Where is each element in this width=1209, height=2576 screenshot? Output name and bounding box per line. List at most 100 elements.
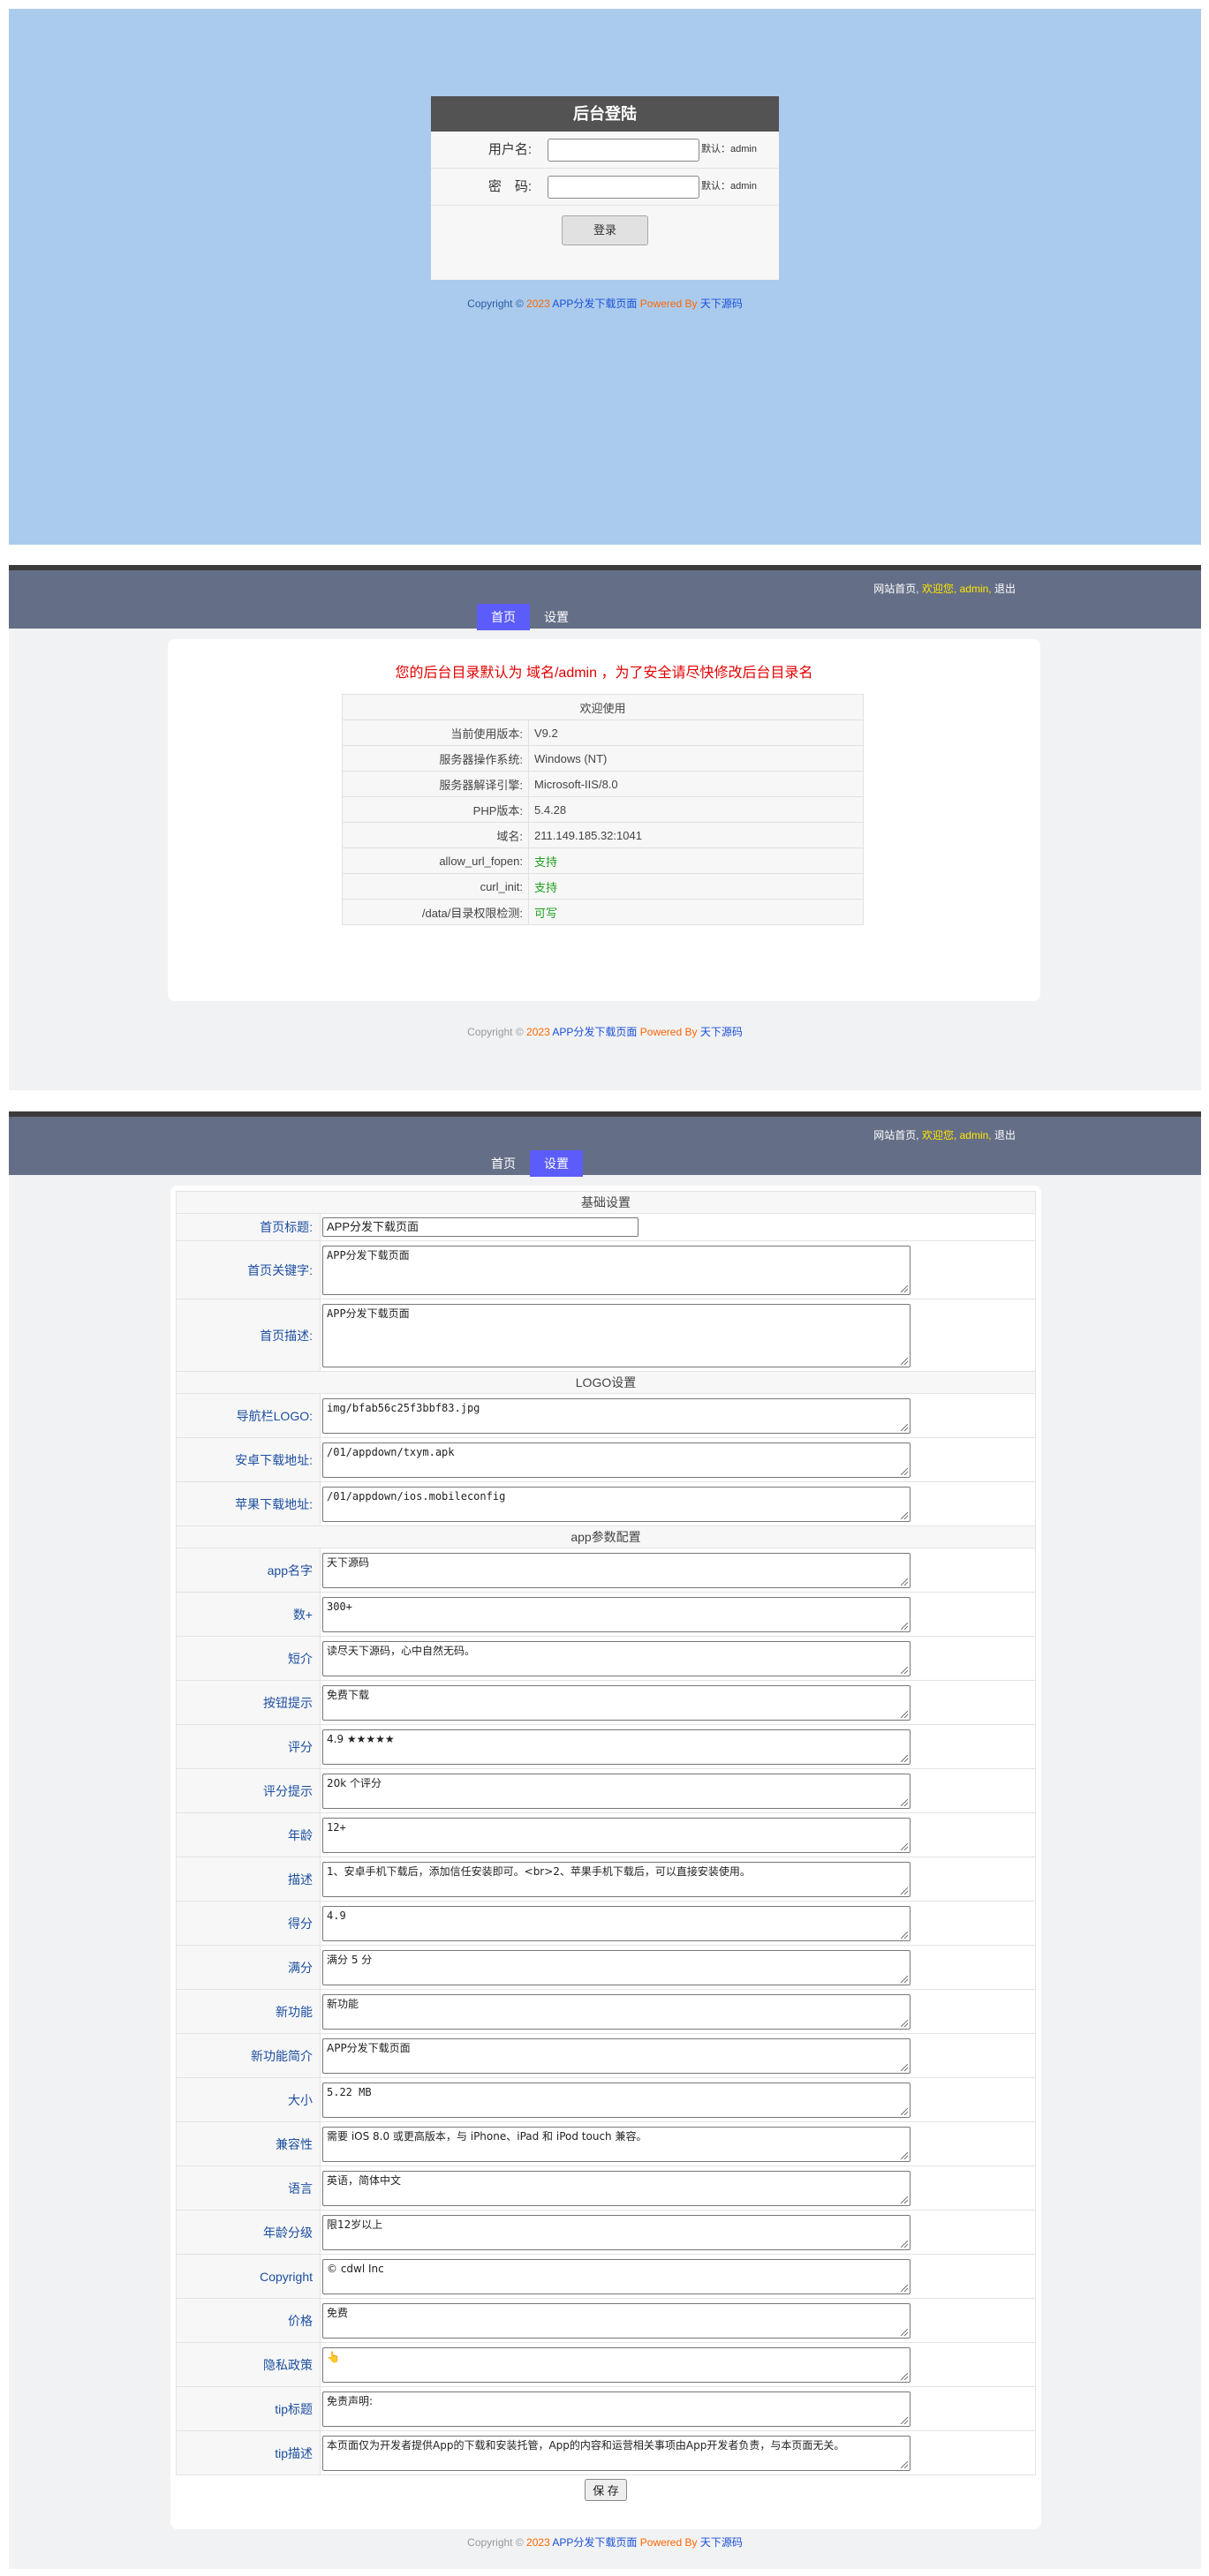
app-field-textarea[interactable]: 免责声明: [322,2391,911,2427]
app-field-row: 评分提示 20k 个评分 [176,1768,1036,1813]
site-home-link[interactable]: 网站首页, [873,1129,918,1141]
password-label: 密 码: [487,179,532,194]
row-value: 211.149.185.32:1041 [528,822,864,848]
android-url-label: 安卓下载地址: [176,1437,321,1482]
security-warning: 您的后台目录默认为 域名/admin ，为了安全请尽快修改后台目录名 [395,666,813,681]
app-field-textarea[interactable]: 需要 iOS 8.0 或更高版本，与 iPhone、iPad 和 iPod to… [322,2126,911,2162]
app-field-label: 隐私政策 [176,2342,321,2387]
app-field-textarea[interactable]: 天下源码 [322,1552,911,1588]
app-field-row: 兼容性 需要 iOS 8.0 或更高版本，与 iPhone、iPad 和 iPod… [176,2121,1036,2166]
footer-brand[interactable]: 天下源码 [700,1026,743,1038]
login-box: 后台登陆 用户名: 默认：admin 密 码: 默认：admin 登录 [431,96,779,280]
description-label: 首页描述: [176,1299,321,1372]
table-row: curl_init: 支持 [342,873,864,900]
app-field-textarea[interactable]: 免费下载 [322,1684,911,1721]
top-bar: 网站首页, 欢迎您, admin, 退出 首页 设置 [9,1111,1201,1177]
app-field-row: 得分 4.9 [176,1901,1036,1946]
app-field-textarea[interactable]: 本页面仅为开发者提供App的下载和安装托管，App的内容和运营相关事项由App开… [322,2435,911,2471]
app-field-row: tip描述 本页面仅为开发者提供App的下载和安装托管，App的内容和运营相关事项… [176,2430,1036,2475]
row-value: V9.2 [528,719,864,746]
app-field-label: 短介 [176,1636,321,1681]
row-key: curl_init: [342,873,529,900]
app-field-textarea[interactable]: 300+ [322,1596,911,1632]
settings-footer: Copyright © 2023 APP分发下载页面 Powered By 天下… [9,2535,1201,2550]
home-title-label: 首页标题: [176,1213,321,1241]
app-field-label: Copyright [176,2254,321,2299]
top-bar: 网站首页, 欢迎您, admin, 退出 首页 设置 [9,565,1201,630]
description-textarea[interactable]: APP分发下载页面 [322,1303,911,1367]
app-field-label: 评分 [176,1724,321,1769]
dashboard-page: 网站首页, 欢迎您, admin, 退出 首页 设置 您的后台目录默认为 域名/… [9,565,1201,1090]
row-key: 域名: [342,822,529,848]
dashboard-card: 您的后台目录默认为 域名/admin ，为了安全请尽快修改后台目录名 欢迎使用 … [168,639,1040,1001]
app-field-row: 价格 免费 [176,2298,1036,2343]
section-logo: LOGO设置 [176,1371,1036,1394]
android-url-textarea[interactable]: /01/appdown/txym.apk [322,1442,911,1478]
logo-textarea[interactable]: img/bfab56c25f3bbf83.jpg [322,1397,911,1434]
table-row: PHP版本: 5.4.28 [342,796,864,823]
app-field-textarea[interactable]: 读尽天下源码，心中自然无码。 [322,1640,911,1676]
save-button[interactable]: 保 存 [585,2479,627,2501]
home-title-input[interactable]: APP分发下载页面 [322,1217,639,1237]
app-field-textarea[interactable]: 限12岁以上 [322,2214,911,2250]
tab-home[interactable]: 首页 [477,1150,530,1177]
footer-site[interactable]: APP分发下载页面 [552,298,637,310]
app-field-textarea[interactable]: © cdwl Inc [322,2258,911,2294]
logo-label: 导航栏LOGO: [176,1393,321,1438]
app-field-row: 年龄分级 限12岁以上 [176,2210,1036,2255]
username-row: 用户名: 默认：admin [431,132,779,169]
tab-home[interactable]: 首页 [477,604,530,630]
app-field-textarea[interactable]: 4.9 [322,1905,911,1941]
row-key: PHP版本: [342,796,529,823]
app-field-textarea[interactable]: 12+ [322,1817,911,1853]
footer-site[interactable]: APP分发下载页面 [552,2536,637,2549]
app-field-textarea[interactable]: 免费 [322,2302,911,2339]
app-field-label: 兼容性 [176,2121,321,2166]
app-field-textarea[interactable]: 英语，简体中文 [322,2170,911,2206]
app-field-textarea[interactable]: APP分发下载页面 [322,2037,911,2074]
app-field-textarea[interactable]: 4.9 ★★★★★ [322,1729,911,1765]
top-links: 网站首页, 欢迎您, admin, 退出 [873,1127,1016,1142]
app-field-row: tip标题 免责声明: [176,2386,1036,2431]
app-field-textarea[interactable]: 1、安卓手机下载后，添加信任安装即可。<br>2、苹果手机下载后，可以直接安装使… [322,1861,911,1897]
login-button[interactable]: 登录 [562,215,648,245]
app-field-textarea[interactable]: 👆 [322,2346,911,2383]
app-field-textarea[interactable]: 满分 5 分 [322,1949,911,1985]
ios-url-textarea[interactable]: /01/appdown/ios.mobileconfig [322,1486,911,1522]
footer-year: 2023 [526,298,550,310]
login-title: 后台登陆 [431,96,779,132]
welcome-text: 欢迎您, [921,1129,957,1141]
username-label: 用户名: [487,142,532,157]
app-field-row: 评分 4.9 ★★★★★ [176,1724,1036,1769]
login-page: 后台登陆 用户名: 默认：admin 密 码: 默认：admin 登录 Copy… [9,9,1201,545]
row-value: Windows (NT) [528,745,864,772]
tab-settings[interactable]: 设置 [530,604,583,630]
user-name: admin, [959,583,992,595]
settings-page: 网站首页, 欢迎您, admin, 退出 首页 设置 基础设置 首页标题: AP… [9,1111,1201,2569]
password-input[interactable] [548,176,699,199]
app-field-textarea[interactable]: 新功能 [322,1993,911,2030]
app-field-label: tip标题 [176,2386,321,2431]
logout-link[interactable]: 退出 [994,1129,1016,1141]
app-field-row: 大小 5.22 MB [176,2077,1036,2122]
keywords-textarea[interactable]: APP分发下载页面 [322,1245,911,1295]
app-field-textarea[interactable]: 5.22 MB [322,2082,911,2118]
username-input[interactable] [548,139,699,162]
app-field-label: 满分 [176,1945,321,1990]
row-value: Microsoft-IIS/8.0 [528,771,864,797]
app-field-textarea[interactable]: 20k 个评分 [322,1773,911,1809]
footer-brand[interactable]: 天下源码 [700,2536,743,2549]
row-key: 当前使用版本: [342,719,529,746]
row-value: 支持 [528,847,864,874]
footer-prefix: Copyright © [467,2536,524,2549]
footer-powered: Powered By [639,298,698,310]
footer-site[interactable]: APP分发下载页面 [552,1026,637,1038]
logout-link[interactable]: 退出 [994,583,1016,595]
footer-brand[interactable]: 天下源码 [700,298,743,310]
app-field-row: 新功能简介 APP分发下载页面 [176,2033,1036,2078]
tab-settings[interactable]: 设置 [530,1150,583,1177]
server-info-table: 欢迎使用 当前使用版本: V9.2 服务器操作系统: Windows (NT) 服务… [342,694,864,925]
app-field-label: 数+ [176,1592,321,1637]
site-home-link[interactable]: 网站首页, [873,583,918,595]
row-value: 5.4.28 [528,796,864,823]
